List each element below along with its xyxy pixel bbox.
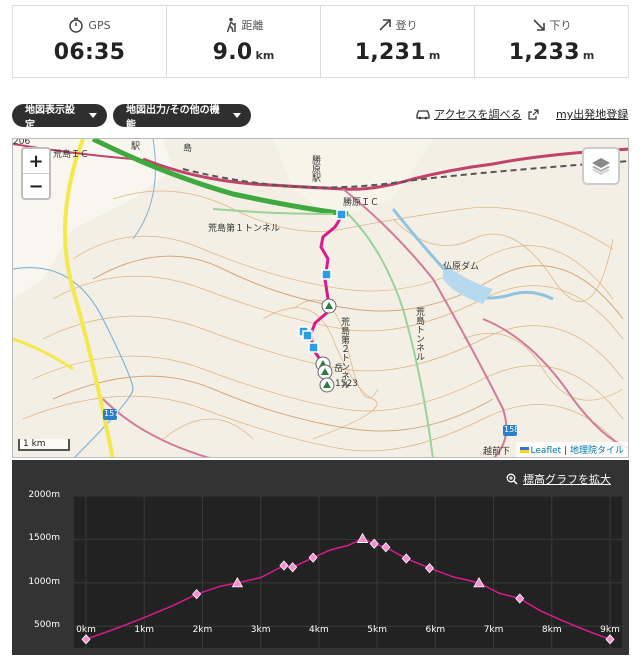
button-label: 地図表示設定 xyxy=(25,104,75,131)
gsi-tile-link[interactable]: 地理院タイル xyxy=(570,446,624,456)
caret-down-icon xyxy=(89,113,97,118)
x-tick-label: 8km xyxy=(541,625,562,635)
stat-value: 06:35 xyxy=(53,40,126,65)
stat-unit: km xyxy=(255,49,275,62)
map-label: 荒島トンネル xyxy=(414,307,424,361)
access-link-label: アクセスを調べる xyxy=(434,108,522,121)
map-label: 157 xyxy=(104,409,120,418)
my-departure-link[interactable]: my出発地登録 xyxy=(556,106,628,122)
x-tick-label: 4km xyxy=(309,625,329,635)
map-label: 206 xyxy=(13,138,31,147)
x-tick-label: 0km xyxy=(76,625,96,635)
checkpoint-marker[interactable] xyxy=(515,593,525,604)
checkpoint-marker[interactable] xyxy=(81,634,91,645)
y-tick-label: 1500m xyxy=(28,533,60,544)
y-tick-label: 500m xyxy=(34,620,60,631)
map-label: 岳 xyxy=(334,364,344,374)
caret-down-icon xyxy=(233,113,241,118)
map-label: 1523 xyxy=(335,379,358,389)
arrow-down-right-icon xyxy=(532,19,545,31)
checkpoint-marker[interactable] xyxy=(605,634,615,645)
summit-marker[interactable] xyxy=(356,532,369,543)
layers-button[interactable] xyxy=(582,147,620,185)
map-label: 仏原ダム xyxy=(443,262,480,272)
stat-unit: m xyxy=(582,49,595,62)
x-tick-label: 2km xyxy=(192,625,213,635)
stat-value: 9.0 xyxy=(212,40,253,65)
stat-ascent: 登り 1,231 m xyxy=(321,6,475,77)
route-map[interactable]: 荒島ＩＣ 駅 島 206 勝原駅 勝原ＩＣ 荒島第１トンネル 仏原ダム 荒島第２… xyxy=(12,138,629,458)
external-link-icon xyxy=(528,108,540,120)
stat-descent: 下り 1,233 m xyxy=(475,6,628,77)
stopwatch-icon xyxy=(69,17,84,33)
map-scale: 1 km xyxy=(18,439,70,451)
leaflet-link[interactable]: Leaflet xyxy=(531,446,562,456)
stat-label: 下り xyxy=(549,19,572,32)
stat-label: GPS xyxy=(88,18,111,32)
x-tick-label: 9km xyxy=(600,625,620,635)
expand-elevation-label: 標高グラフを拡大 xyxy=(523,473,611,486)
x-tick-label: 6km xyxy=(425,625,446,635)
map-label: 島 xyxy=(183,144,193,154)
stats-bar: GPS 06:35 距離 9.0 km 登り 1,231 m 下り 1,233 m xyxy=(12,5,629,78)
arrow-up-right-icon xyxy=(378,19,391,31)
map-label: 荒島第１トンネル xyxy=(208,224,280,234)
checkpoint-marker[interactable] xyxy=(192,589,202,600)
map-output-other-button[interactable]: 地図出力/その他の機能 xyxy=(113,104,251,131)
x-tick-label: 5km xyxy=(367,625,387,635)
checkpoint-marker[interactable] xyxy=(288,562,298,573)
map-label: 158 xyxy=(504,425,520,434)
my-departure-link-label: my出発地登録 xyxy=(556,108,629,121)
y-tick-label: 1000m xyxy=(28,576,60,587)
x-tick-label: 1km xyxy=(134,625,155,635)
map-label: 勝原ＩＣ xyxy=(343,198,380,208)
x-tick-label: 3km xyxy=(250,625,271,635)
checkpoint-marker[interactable] xyxy=(424,562,435,574)
car-icon xyxy=(416,109,430,119)
checkpoint-marker[interactable] xyxy=(279,560,289,571)
button-label: 地図出力/その他の機能 xyxy=(126,104,220,131)
layers-icon xyxy=(592,158,610,175)
map-label: 越前下 xyxy=(483,447,511,457)
map-display-settings-button[interactable]: 地図表示設定 xyxy=(12,104,107,131)
checkpoint-marker[interactable] xyxy=(308,552,318,563)
map-label: 駅 xyxy=(131,142,141,152)
checkpoint-marker[interactable] xyxy=(381,542,391,553)
stat-label: 登り xyxy=(395,19,418,32)
hiker-icon xyxy=(226,17,236,33)
access-link[interactable]: アクセスを調べる xyxy=(416,106,540,122)
y-tick-label: 2000m xyxy=(28,490,60,500)
x-tick-label: 7km xyxy=(483,625,504,635)
zoom-control: + − xyxy=(21,147,51,200)
stat-gps-time: GPS 06:35 xyxy=(13,6,167,77)
attribution-separator: | xyxy=(564,446,568,456)
stat-value: 1,233 xyxy=(508,40,580,65)
flag-icon xyxy=(519,447,529,453)
map-label: 勝原駅 xyxy=(310,155,320,182)
stat-distance: 距離 9.0 km xyxy=(167,6,321,77)
stat-value: 1,231 xyxy=(354,40,426,65)
checkpoint-marker[interactable] xyxy=(401,553,411,564)
stat-label: 距離 xyxy=(241,19,264,32)
zoom-in-button[interactable]: + xyxy=(23,149,49,174)
expand-elevation-button[interactable]: 標高グラフを拡大 xyxy=(506,471,611,487)
stat-unit: m xyxy=(428,49,441,62)
map-attribution: Leaflet | 地理院タイル xyxy=(515,442,628,457)
zoom-in-icon xyxy=(506,473,518,485)
elevation-line xyxy=(85,537,611,641)
zoom-out-button[interactable]: − xyxy=(23,174,49,198)
map-label: 荒島ＩＣ xyxy=(53,150,90,160)
